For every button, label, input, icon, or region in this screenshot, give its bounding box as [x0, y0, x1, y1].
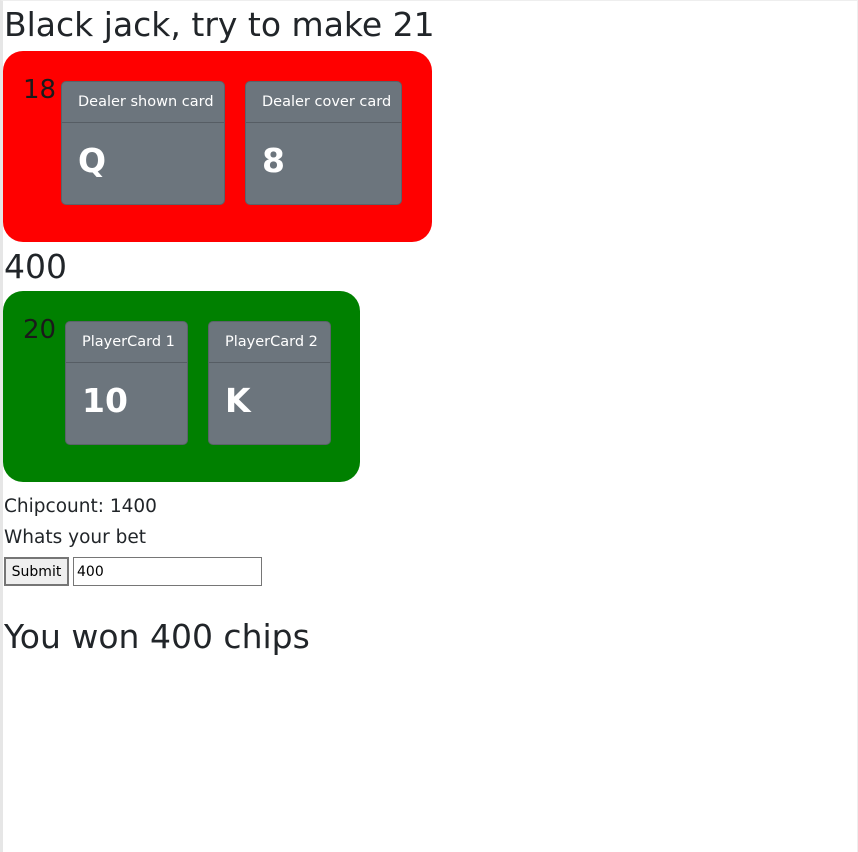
player-board: 20 PlayerCard 1 10 PlayerCard 2 K — [3, 291, 360, 482]
chipcount-label: Chipcount: 1400 — [4, 496, 157, 517]
card-header: PlayerCard 1 — [66, 322, 187, 363]
dealer-cover-card: Dealer cover card 8 — [245, 81, 402, 205]
player-card-1: PlayerCard 1 10 — [65, 321, 188, 445]
card-header: Dealer shown card — [62, 82, 224, 123]
card-value: K — [225, 381, 251, 420]
card-value: 10 — [82, 381, 128, 420]
bet-prompt: Whats your bet — [4, 527, 146, 548]
current-bet: 400 — [4, 247, 67, 286]
page-title: Black jack, try to make 21 — [4, 5, 435, 44]
player-total: 20 — [23, 315, 57, 345]
dealer-total: 18 — [23, 75, 57, 105]
card-value: Q — [78, 141, 107, 180]
card-header: Dealer cover card — [246, 82, 401, 123]
player-card-2: PlayerCard 2 K — [208, 321, 331, 445]
bet-input[interactable] — [73, 557, 262, 586]
submit-button[interactable]: Submit — [4, 557, 69, 586]
card-header: PlayerCard 2 — [209, 322, 330, 363]
dealer-shown-card: Dealer shown card Q — [61, 81, 225, 205]
card-value: 8 — [262, 141, 285, 180]
dealer-board: 18 Dealer shown card Q Dealer cover card… — [3, 51, 432, 242]
result-message: You won 400 chips — [4, 617, 310, 657]
